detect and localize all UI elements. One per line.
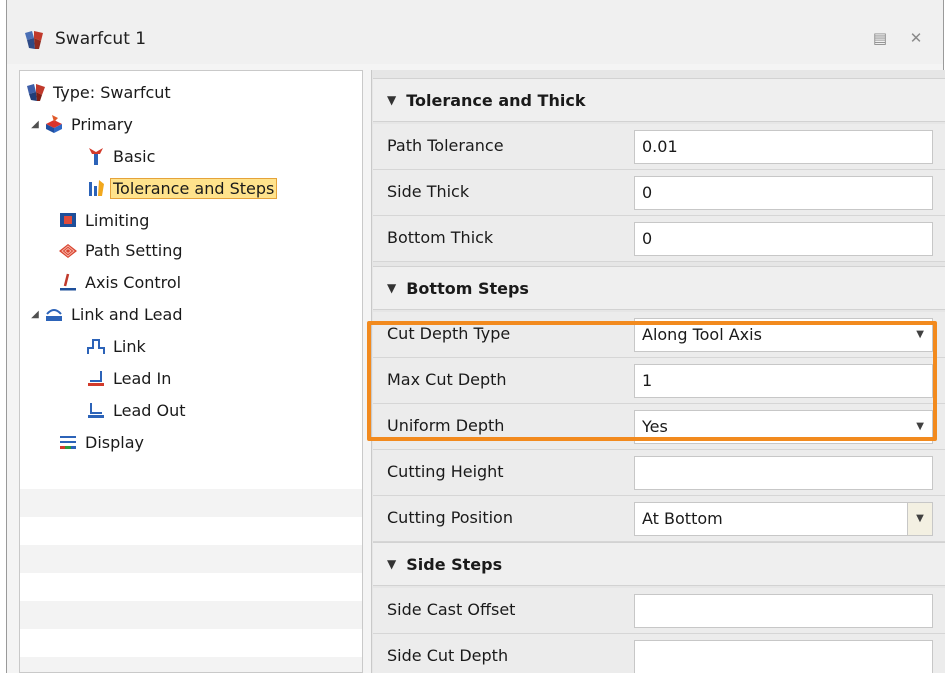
uniform-depth-select[interactable]: Yes ▼ (634, 410, 933, 444)
tree-item-lead-in[interactable]: Lead In (86, 363, 174, 393)
side-thick-input[interactable]: 0 (634, 176, 933, 210)
tree-item-tolerance-and-steps[interactable]: Tolerance and Steps (86, 173, 278, 203)
side-cast-offset-input[interactable] (634, 594, 933, 628)
path-setting-icon (59, 244, 77, 258)
tree-item-label: Path Setting (85, 240, 183, 260)
cutting-height-input[interactable] (634, 456, 933, 490)
property-panel: ▼ Tolerance and Thick Path Tolerance 0.0… (371, 70, 945, 673)
path-tolerance-input[interactable]: 0.01 (634, 130, 933, 164)
field-label: Side Cut Depth (387, 646, 509, 665)
tree-item-label: Display (85, 432, 144, 452)
row-bottom-thick: Bottom Thick 0 (373, 216, 945, 262)
tree-item-label: Primary (71, 114, 133, 134)
section-side-steps[interactable]: ▼ Side Steps (373, 542, 945, 586)
section-bottom-steps[interactable]: ▼ Bottom Steps (373, 266, 945, 310)
row-side-thick: Side Thick 0 (373, 170, 945, 216)
lead-in-icon (88, 371, 104, 386)
tree-item-basic[interactable]: Basic (86, 141, 158, 171)
row-cutting-position: Cutting Position At Bottom ▼ (373, 496, 945, 542)
tree-item-label: Tolerance and Steps (110, 177, 278, 199)
section-tolerance-and-thick[interactable]: ▼ Tolerance and Thick (373, 78, 945, 122)
row-path-tolerance: Path Tolerance 0.01 (373, 124, 945, 170)
select-value: At Bottom (642, 509, 723, 528)
field-label: Side Cast Offset (387, 600, 516, 619)
link-icon (87, 339, 105, 354)
row-uniform-depth: Uniform Depth Yes ▼ (373, 404, 945, 450)
tree-item-label: Lead In (113, 368, 172, 388)
tree-item-label: Link (113, 336, 146, 356)
row-max-cut-depth: Max Cut Depth 1 (373, 358, 945, 404)
navigation-tree: Type: Swarfcut ◢ Primary Basic Tolerance… (19, 70, 363, 673)
tree-item-link-and-lead[interactable]: ◢ Link and Lead (28, 299, 185, 329)
bottom-thick-input[interactable]: 0 (634, 222, 933, 256)
dropdown-arrow-icon[interactable]: ▼ (907, 502, 933, 536)
tree-item-label: Axis Control (85, 272, 182, 292)
lead-out-icon (88, 403, 104, 418)
row-cutting-height: Cutting Height (373, 450, 945, 496)
row-cut-depth-type: Cut Depth Type Along Tool Axis ▼ (373, 312, 945, 358)
row-side-cast-offset: Side Cast Offset (373, 588, 945, 634)
dropdown-arrow-icon[interactable]: ▼ (916, 411, 924, 443)
field-label: Cutting Height (387, 462, 504, 481)
tree-item-display[interactable]: Display (58, 427, 147, 457)
row-side-cut-depth: Side Cut Depth (373, 634, 945, 673)
tree-item-path-setting[interactable]: Path Setting (58, 235, 186, 265)
field-label: Uniform Depth (387, 416, 505, 435)
side-cut-depth-input[interactable] (634, 640, 933, 673)
cutting-position-select[interactable]: At Bottom ▼ (634, 502, 933, 536)
collapse-arrow-icon[interactable]: ▼ (387, 93, 396, 107)
tree-item-axis-control[interactable]: Axis Control (58, 267, 184, 297)
tolerance-steps-icon (89, 180, 104, 196)
tree-empty-row (20, 489, 362, 517)
select-value: Yes (642, 417, 668, 436)
limiting-icon (60, 213, 76, 227)
basic-tool-icon (89, 148, 103, 165)
pin-icon[interactable]: ▤ (869, 27, 891, 49)
title-bar: Swarfcut 1 ▤ ✕ (7, 0, 943, 64)
window-title: Swarfcut 1 (55, 29, 147, 49)
primary-icon (46, 115, 62, 133)
section-title: Side Steps (406, 554, 503, 574)
field-label: Max Cut Depth (387, 370, 507, 389)
section-title: Tolerance and Thick (406, 90, 586, 110)
field-label: Cutting Position (387, 508, 513, 527)
collapse-triangle-icon[interactable]: ◢ (28, 309, 42, 320)
tree-empty-row (20, 657, 362, 672)
tree-item-primary[interactable]: ◢ Primary (28, 109, 136, 139)
field-label: Path Tolerance (387, 136, 504, 155)
swarfcut-type-icon (27, 84, 45, 101)
axis-control-icon (60, 273, 76, 291)
cut-depth-type-select[interactable]: Along Tool Axis ▼ (634, 318, 933, 352)
tree-item-lead-out[interactable]: Lead Out (86, 395, 189, 425)
tree-empty-row (20, 545, 362, 573)
section-title: Bottom Steps (406, 278, 529, 298)
collapse-arrow-icon[interactable]: ▼ (387, 557, 396, 571)
link-lead-icon (46, 309, 62, 321)
tree-item-label: Limiting (85, 210, 150, 230)
tree-item-link[interactable]: Link (86, 331, 149, 361)
tree-item-label: Lead Out (113, 400, 186, 420)
dropdown-arrow-icon[interactable]: ▼ (916, 319, 924, 351)
swarfcut-dialog: Swarfcut 1 ▤ ✕ Type: Swarfcut ◢ Primary … (6, 0, 945, 673)
max-cut-depth-input[interactable]: 1 (634, 364, 933, 398)
field-label: Cut Depth Type (387, 324, 511, 343)
close-icon[interactable]: ✕ (905, 27, 927, 49)
field-label: Bottom Thick (387, 228, 494, 247)
display-icon (60, 436, 76, 449)
tree-item-label: Link and Lead (71, 304, 183, 324)
select-value: Along Tool Axis (642, 325, 762, 344)
field-label: Side Thick (387, 182, 470, 201)
tree-empty-row (20, 601, 362, 629)
tree-item-limiting[interactable]: Limiting (58, 205, 152, 235)
collapse-triangle-icon[interactable]: ◢ (28, 119, 42, 130)
swarfcut-app-icon (25, 31, 43, 49)
tree-item-label: Basic (113, 146, 156, 166)
tree-item-label: Type: Swarfcut (53, 82, 171, 102)
collapse-arrow-icon[interactable]: ▼ (387, 281, 396, 295)
tree-item-type[interactable]: Type: Swarfcut (26, 77, 174, 107)
